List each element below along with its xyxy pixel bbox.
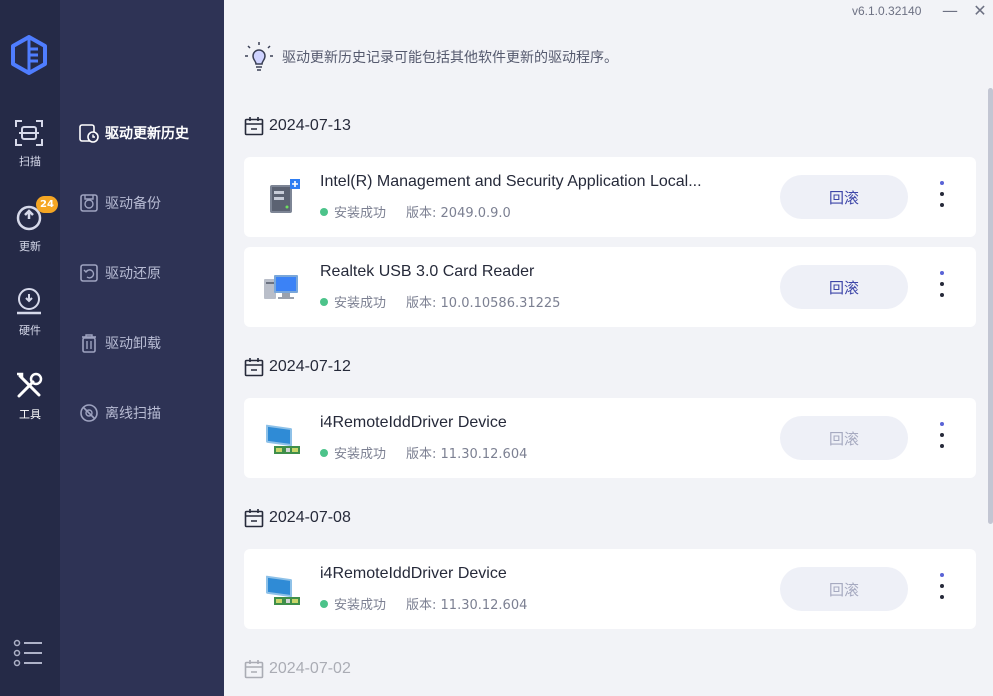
scan-icon	[15, 120, 43, 146]
success-status-dot	[320, 448, 328, 457]
date-group-header: 2024-07-08	[244, 506, 351, 530]
more-options-icon[interactable]	[934, 422, 950, 456]
calendar-icon	[244, 358, 264, 377]
hardware-icon	[17, 288, 41, 315]
more-options-icon[interactable]	[934, 573, 950, 607]
close-button[interactable]: ✕	[970, 0, 990, 22]
offline-scan-icon	[80, 404, 98, 422]
rail-label-tools: 工具	[19, 408, 41, 421]
driver-version: 版本: 2049.0.9.0	[406, 206, 511, 221]
rail-item-scan[interactable]: 扫描	[0, 117, 60, 187]
server-driver-icon	[270, 179, 300, 213]
menu-list-icon[interactable]	[13, 638, 43, 668]
driver-version: 版本: 11.30.12.604	[406, 447, 528, 462]
more-options-icon[interactable]	[934, 181, 950, 215]
rail-label-hardware: 硬件	[19, 324, 41, 337]
update-count-badge: 24	[36, 196, 58, 213]
display-adapter-icon	[266, 424, 300, 454]
install-status: 安装成功	[334, 296, 387, 311]
uninstall-icon	[82, 334, 96, 353]
submenu-label: 驱动还原	[105, 266, 161, 282]
rail-label-scan: 扫描	[19, 155, 41, 168]
group-date: 2024-07-08	[269, 509, 351, 526]
submenu-item-driver-restore[interactable]: 驱动还原	[78, 260, 218, 286]
group-date: 2024-07-02	[269, 660, 351, 677]
driver-meta: 安装成功 版本: 2049.0.9.0	[320, 202, 511, 221]
nav-rail: 扫描 24 更新 硬件 工具	[0, 0, 60, 696]
driver-history-card: i4RemoteIddDriver Device 安装成功 版本: 11.30.…	[244, 398, 976, 478]
rollback-button[interactable]: 回滚	[780, 567, 908, 611]
group-date: 2024-07-12	[269, 358, 351, 375]
rollback-button[interactable]: 回滚	[780, 265, 908, 309]
submenu-label: 驱动卸载	[105, 336, 161, 352]
backup-icon	[80, 194, 98, 212]
driver-name: i4RemoteIddDriver Device	[320, 414, 507, 431]
calendar-icon	[244, 509, 264, 528]
more-options-icon[interactable]	[934, 271, 950, 305]
driver-history-card: Realtek USB 3.0 Card Reader 安装成功 版本: 10.…	[244, 247, 976, 327]
tip-text: 驱动更新历史记录可能包括其他软件更新的驱动程序。	[282, 50, 618, 66]
driver-meta: 安装成功 版本: 11.30.12.604	[320, 443, 527, 462]
rollback-button[interactable]: 回滚	[780, 175, 908, 219]
driver-name: i4RemoteIddDriver Device	[320, 565, 507, 582]
install-status: 安装成功	[334, 598, 387, 613]
lightbulb-icon	[245, 42, 273, 71]
submenu-item-driver-uninstall[interactable]: 驱动卸载	[78, 330, 218, 356]
date-group-header: 2024-07-12	[244, 355, 351, 379]
driver-history-panel: v6.1.0.32140 — ✕ 驱动更新历史记录可能包括其他软件更新的驱动程序…	[224, 0, 993, 696]
tools-icon	[17, 372, 43, 398]
submenu-item-driver-backup[interactable]: 驱动备份	[78, 190, 218, 216]
submenu-label: 驱动备份	[105, 196, 161, 212]
submenu-label: 离线扫描	[105, 406, 161, 422]
history-icon	[79, 124, 99, 143]
calendar-icon	[244, 117, 264, 136]
minimize-button[interactable]: —	[940, 0, 960, 22]
install-status: 安装成功	[334, 206, 387, 221]
tools-submenu: 驱动更新历史 驱动备份 驱动还原 驱动卸载 离线扫描	[60, 0, 224, 696]
calendar-icon	[244, 660, 264, 679]
driver-name: Realtek USB 3.0 Card Reader	[320, 263, 535, 280]
driver-history-card: Intel(R) Management and Security Applica…	[244, 157, 976, 237]
group-date: 2024-07-13	[269, 117, 351, 134]
display-adapter-icon	[266, 575, 300, 605]
success-status-dot	[320, 297, 328, 306]
rail-item-tools[interactable]: 工具	[0, 370, 60, 440]
history-tip: 驱动更新历史记录可能包括其他软件更新的驱动程序。	[244, 40, 618, 74]
success-status-dot	[320, 207, 328, 216]
rail-item-hardware[interactable]: 硬件	[0, 286, 60, 356]
driver-name: Intel(R) Management and Security Applica…	[320, 173, 702, 190]
computer-icon	[264, 275, 298, 299]
rollback-button[interactable]: 回滚	[780, 416, 908, 460]
driver-version: 版本: 11.30.12.604	[406, 598, 528, 613]
driver-version: 版本: 10.0.10586.31225	[406, 296, 561, 311]
date-group-header: 2024-07-13	[244, 114, 351, 138]
driver-meta: 安装成功 版本: 11.30.12.604	[320, 594, 527, 613]
app-logo-icon	[11, 35, 47, 75]
submenu-item-driver-history[interactable]: 驱动更新历史	[78, 120, 218, 146]
rail-label-update: 更新	[19, 240, 41, 253]
install-status: 安装成功	[334, 447, 387, 462]
submenu-label: 驱动更新历史	[105, 126, 189, 142]
submenu-item-offline-scan[interactable]: 离线扫描	[78, 400, 218, 426]
driver-meta: 安装成功 版本: 10.0.10586.31225	[320, 292, 560, 311]
restore-icon	[80, 264, 98, 282]
success-status-dot	[320, 599, 328, 608]
date-group-header: 2024-07-02	[244, 657, 351, 681]
vertical-scrollbar[interactable]	[988, 88, 993, 524]
rail-item-update[interactable]: 24 更新	[0, 196, 60, 272]
app-version: v6.1.0.32140	[852, 4, 922, 18]
driver-history-card: i4RemoteIddDriver Device 安装成功 版本: 11.30.…	[244, 549, 976, 629]
